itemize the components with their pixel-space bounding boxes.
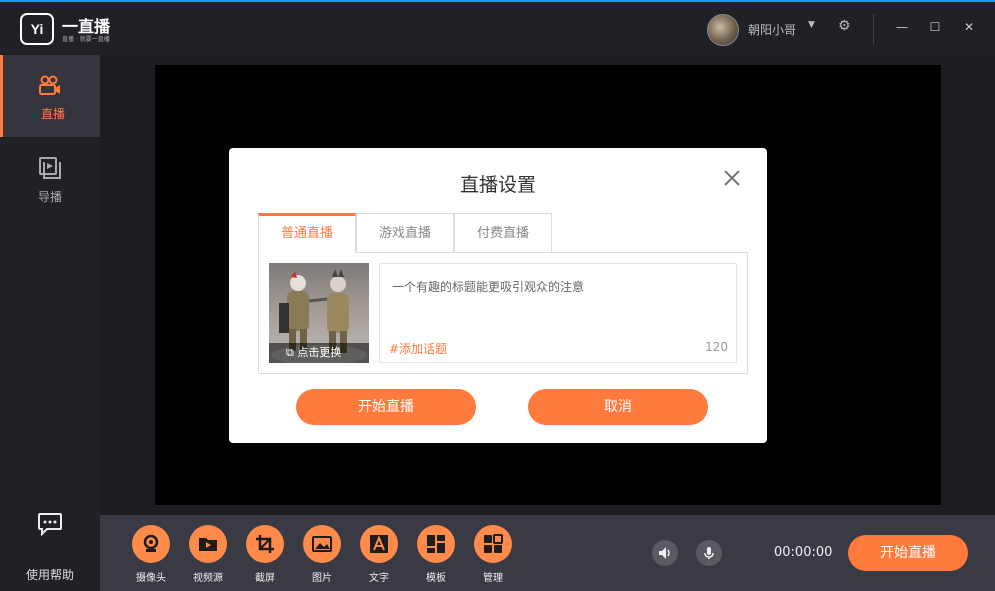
char-counter: 120: [705, 340, 728, 354]
sidebar-item-live[interactable]: 直播: [0, 55, 100, 137]
change-cover-text: 点击更换: [297, 346, 342, 359]
gear-icon[interactable]: ⚙: [838, 18, 851, 34]
divider: [873, 14, 874, 44]
cover-image[interactable]: ⧉ 点击更换: [269, 263, 369, 363]
app-logo: Yi: [20, 13, 54, 45]
image-icon: [303, 525, 341, 563]
chevron-down-icon[interactable]: ▼: [808, 20, 815, 30]
tool-webcam[interactable]: 摄像头: [131, 525, 171, 584]
tool-label: 图片: [312, 573, 332, 584]
tab-game-live[interactable]: 游戏直播: [356, 213, 454, 252]
speaker-button[interactable]: [652, 540, 678, 566]
tool-text[interactable]: 文字: [359, 525, 399, 584]
minimize-icon[interactable]: —: [894, 20, 910, 34]
tab-paid-live[interactable]: 付费直播: [454, 213, 552, 252]
dialog-title: 直播设置: [459, 174, 536, 196]
sidebar: 直播 导播 使用帮助: [0, 55, 100, 591]
play-screen-icon: [39, 157, 61, 179]
manage-icon: [474, 525, 512, 563]
live-timer: 00:00:00: [774, 545, 833, 560]
sidebar-item-label: 导播: [37, 190, 62, 204]
microphone-icon: [704, 547, 714, 559]
start-live-main-button[interactable]: 开始直播: [848, 535, 968, 571]
app-tagline: 直播 · 就要一直播: [62, 36, 110, 43]
text-icon: [360, 525, 398, 563]
chat-help-icon[interactable]: [37, 512, 63, 536]
tool-manage[interactable]: 管理: [473, 525, 513, 584]
tool-label: 文字: [369, 573, 389, 584]
close-window-icon[interactable]: ✕: [961, 20, 977, 34]
title-bar: Yi 一直播 直播 · 就要一直播 朝阳小哥 ▼ ⚙ — ☐ ✕: [0, 0, 995, 55]
crop-icon: [246, 525, 284, 563]
tool-image[interactable]: 图片: [302, 525, 342, 584]
cancel-button[interactable]: 取消: [528, 389, 708, 425]
add-topic-link[interactable]: #添加话题: [389, 340, 447, 357]
close-icon[interactable]: [722, 168, 742, 188]
tool-label: 模板: [426, 573, 446, 584]
tool-screenshot[interactable]: 截屏: [245, 525, 285, 584]
start-live-button[interactable]: 开始直播: [296, 389, 476, 425]
user-name[interactable]: 朝阳小哥: [748, 21, 796, 38]
sidebar-item-label: 直播: [40, 107, 65, 121]
title-placeholder: 一个有趣的标题能更吸引观众的注意: [392, 280, 585, 294]
tool-label: 截屏: [255, 573, 275, 584]
microphone-button[interactable]: [696, 540, 722, 566]
speaker-icon: [659, 547, 670, 559]
tool-label: 视频源: [193, 573, 223, 584]
help-label[interactable]: 使用帮助: [0, 566, 100, 583]
tool-label: 管理: [483, 573, 503, 584]
copy-icon: ⧉: [286, 346, 294, 359]
change-cover-label[interactable]: ⧉ 点击更换: [286, 344, 341, 360]
sidebar-item-director[interactable]: 导播: [0, 138, 100, 220]
tool-video-source[interactable]: 视频源: [188, 525, 228, 584]
settings-panel: ⧉ 点击更换 一个有趣的标题能更吸引观众的注意 #添加话题 120: [258, 252, 748, 374]
webcam-icon: [132, 525, 170, 563]
tool-template[interactable]: 模板: [416, 525, 456, 584]
video-folder-icon: [189, 525, 227, 563]
live-settings-dialog: 直播设置 普通直播 游戏直播 付费直播 ⧉ 点击更换 一个有趣的标题能更吸引观众…: [229, 148, 767, 443]
tab-normal-live[interactable]: 普通直播: [258, 213, 356, 253]
maximize-icon[interactable]: ☐: [927, 20, 943, 34]
bottom-toolbar: 摄像头 视频源 截屏 图片 文字 模板 管理 00:00:00 开始直播: [100, 515, 995, 591]
user-avatar[interactable]: [707, 14, 739, 46]
template-icon: [417, 525, 455, 563]
tool-label: 摄像头: [136, 573, 166, 584]
camera-icon: [39, 75, 60, 95]
title-input[interactable]: 一个有趣的标题能更吸引观众的注意 #添加话题 120: [379, 263, 737, 363]
